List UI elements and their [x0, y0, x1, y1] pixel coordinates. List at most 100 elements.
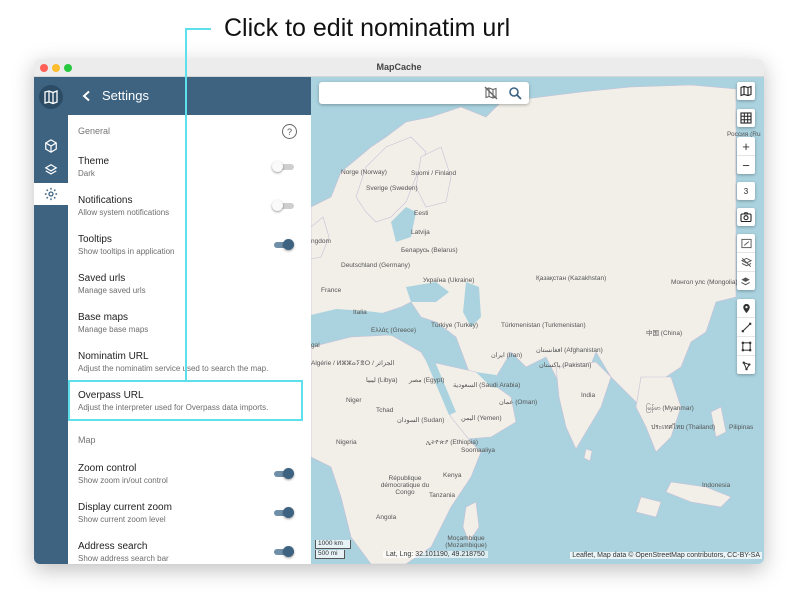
zoom-control-toggle[interactable]	[272, 468, 294, 479]
map-label: Soomaaliya	[461, 447, 495, 454]
address-search-box	[319, 82, 529, 104]
setting-subtitle: Manage saved urls	[78, 286, 146, 295]
map-label: السعودية (Saudi Arabia)	[453, 382, 521, 389]
setting-subtitle: Show current zoom level	[78, 515, 166, 524]
tooltips-toggle[interactable]	[272, 239, 294, 250]
layers-icon	[740, 276, 750, 285]
window-title: MapCache	[376, 62, 422, 72]
map-label: اليمن (Yemen)	[461, 415, 502, 422]
draw-line-button[interactable]	[737, 318, 755, 337]
map-label: Türkmenistan (Turkmenistan)	[501, 322, 586, 329]
search-input[interactable]	[325, 86, 479, 102]
setting-subtitle: Show tooltips in application	[78, 247, 175, 256]
map-attribution: Leaflet, Map data © OpenStreetMap contri…	[570, 552, 762, 559]
cube-icon	[45, 139, 57, 153]
map-label: 中国 (China)	[646, 330, 683, 337]
setting-row-address-search[interactable]: Address search Show address search bar	[68, 541, 304, 564]
scale-km: 1000 km	[315, 540, 351, 549]
zoom-in-button[interactable]: +	[737, 137, 755, 156]
zoom-level-display: 3	[737, 182, 755, 200]
map-label: Algérie / ⵍⵣⵣⴰⵢⴻⵔ / الجزائر	[311, 360, 395, 367]
setting-title: Theme	[78, 156, 110, 167]
setting-title: Zoom control	[78, 463, 137, 474]
setting-subtitle: Manage base maps	[78, 325, 149, 334]
setting-subtitle: Dark	[78, 169, 95, 178]
fit-extent-icon	[740, 238, 752, 248]
settings-nav-button[interactable]	[34, 183, 68, 205]
map-section-title: Map	[78, 435, 96, 445]
layers-nav-button[interactable]	[34, 159, 68, 181]
setting-subtitle: Show address search bar	[78, 554, 169, 563]
navigation-rail	[34, 77, 68, 564]
map-off-icon[interactable]	[483, 85, 499, 101]
address-search-toggle[interactable]	[272, 546, 294, 557]
map-label: پاکستان (Pakistan)	[539, 362, 592, 369]
hide-layers-button[interactable]	[737, 253, 755, 272]
map-logo-icon[interactable]	[39, 85, 63, 109]
map-label: Suomi / Finland	[411, 170, 457, 177]
projects-nav-button[interactable]	[34, 135, 68, 157]
zoom-controls: + −	[737, 137, 755, 174]
map-label: Deutschland (Germany)	[341, 262, 410, 269]
grid-icon	[740, 112, 752, 124]
setting-title: Saved urls	[78, 273, 126, 284]
map-label: Kenya	[443, 472, 462, 479]
help-icon[interactable]: ?	[282, 124, 297, 139]
polygon-icon	[742, 361, 750, 370]
map-label: Ελλάς (Greece)	[371, 327, 417, 334]
map-label: Україна (Ukraine)	[423, 277, 475, 284]
search-icon[interactable]	[507, 85, 523, 101]
back-button[interactable]	[78, 87, 96, 105]
layers-icon	[44, 164, 58, 175]
map-label: Nigeria	[336, 439, 357, 446]
draw-rectangle-button[interactable]	[737, 337, 755, 356]
camera-icon	[740, 212, 752, 223]
gear-icon	[44, 187, 58, 201]
display-zoom-toggle[interactable]	[272, 507, 294, 518]
setting-title: Notifications	[78, 195, 133, 206]
draw-point-button[interactable]	[737, 299, 755, 318]
rectangle-icon	[741, 341, 751, 351]
general-section-title: General	[78, 126, 111, 136]
map-label: ليبيا (Libya)	[366, 377, 398, 384]
basemap-button[interactable]	[737, 82, 755, 100]
cursor-coordinates: Lat, Lng: 32.101190, 49.218750	[383, 551, 488, 558]
map-label: Indonesia	[702, 482, 731, 489]
setting-subtitle: Adjust the nominatim service used to sea…	[78, 364, 269, 373]
map-label: Italia	[353, 309, 367, 316]
map-label: Tchad	[376, 407, 394, 414]
map-label: Sverige (Sweden)	[366, 185, 418, 192]
grid-button[interactable]	[737, 109, 755, 127]
map-label: Türkiye (Turkey)	[431, 322, 479, 329]
setting-title: Nominatim URL	[78, 351, 149, 362]
map-label: Монгол улс (Mongolia)	[671, 279, 738, 286]
setting-title: Display current zoom	[78, 502, 172, 513]
map-marker-icon	[742, 303, 750, 313]
annotation-connector-horizontal	[185, 28, 211, 30]
map-label: Moçambique (Mozambique)	[445, 535, 487, 549]
window-titlebar: MapCache	[34, 59, 764, 77]
theme-toggle[interactable]	[272, 161, 294, 172]
map-label: ایران (Iran)	[491, 352, 523, 359]
chevron-left-icon	[82, 90, 90, 102]
map-scale: 1000 km 500 mi	[315, 540, 351, 560]
setting-title: Tooltips	[78, 234, 112, 245]
map-label: Қазақстан (Kazakhstan)	[536, 275, 607, 282]
screenshot-button[interactable]	[737, 208, 755, 226]
fit-extent-button[interactable]	[737, 234, 755, 253]
setting-row-zoom-control[interactable]: Zoom control Show zoom in/out control	[68, 463, 304, 497]
annotation-callout-text: Click to edit nominatim url	[224, 14, 511, 42]
scale-mi: 500 mi	[315, 550, 345, 559]
setting-row-display-zoom[interactable]: Display current zoom Show current zoom l…	[68, 502, 304, 536]
map-label: ngdom	[311, 238, 331, 245]
map-label: gal	[311, 342, 320, 349]
zoom-out-button[interactable]: −	[737, 156, 755, 174]
layer-order-button[interactable]	[737, 272, 755, 290]
map-view-controls	[737, 234, 755, 290]
map-view[interactable]: Norge (Norway) Suomi / Finland Sverige (…	[311, 77, 764, 564]
map-label: France	[321, 287, 342, 294]
notifications-toggle[interactable]	[272, 200, 294, 211]
draw-polygon-button[interactable]	[737, 356, 755, 374]
app-window: MapCache Settings General ? Theme Dark N…	[34, 59, 764, 564]
settings-header: Settings	[68, 77, 311, 115]
